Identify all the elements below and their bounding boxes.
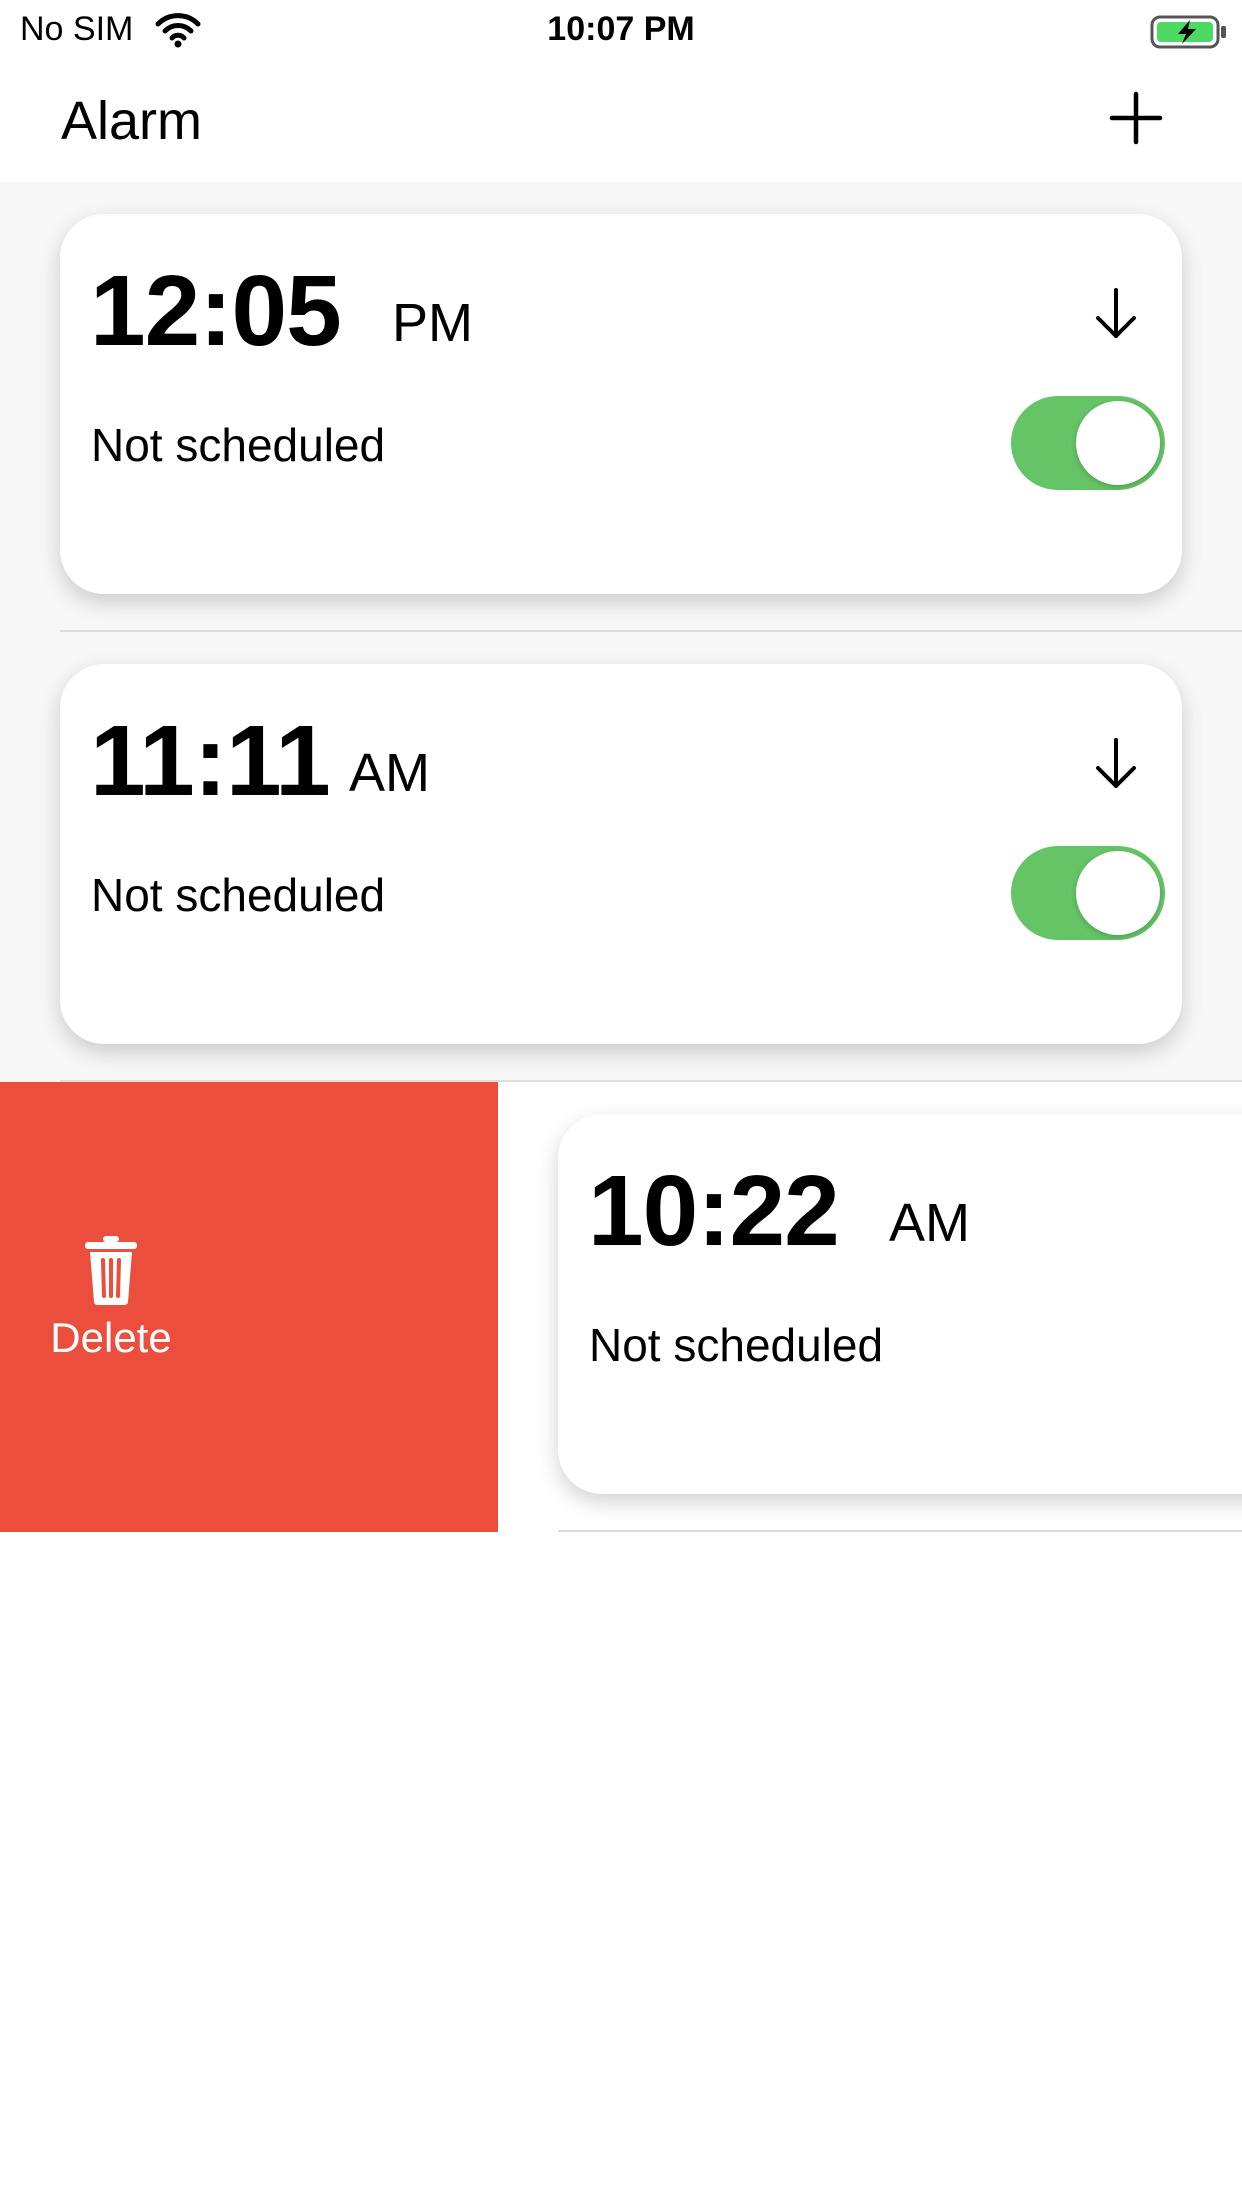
- toggle-knob: [1076, 401, 1160, 485]
- alarm-row[interactable]: 12:05 PM Not scheduled: [0, 182, 1242, 632]
- page-title: Alarm: [61, 91, 203, 151]
- alarm-toggle[interactable]: [1011, 396, 1165, 490]
- down-arrow-icon[interactable]: [1090, 284, 1142, 344]
- alarm-status: Not scheduled: [91, 869, 386, 921]
- battery-charging-icon: [1150, 15, 1226, 49]
- alarm-period: AM: [349, 743, 430, 803]
- alarm-card[interactable]: 12:05 PM Not scheduled: [60, 214, 1182, 594]
- alarm-status: Not scheduled: [91, 419, 386, 471]
- alarm-row[interactable]: 11:11 AM Not scheduled: [0, 632, 1242, 1082]
- toggle-knob: [1076, 851, 1160, 935]
- status-time: 10:07 PM: [547, 10, 695, 48]
- alarm-card[interactable]: 10:22 AM Not scheduled: [558, 1114, 1242, 1494]
- alarm-period: AM: [889, 1193, 970, 1253]
- row-divider: [558, 1530, 1242, 1532]
- delete-button[interactable]: Delete: [0, 1082, 498, 1532]
- status-bar: No SIM 10:07 PM: [0, 0, 1242, 62]
- alarm-period: PM: [392, 293, 473, 353]
- alarm-time: 10:22: [588, 1155, 840, 1267]
- alarm-status: Not scheduled: [589, 1319, 884, 1371]
- trash-icon: [85, 1236, 137, 1305]
- navigation-bar: Alarm: [0, 62, 1242, 182]
- plus-icon: [1109, 91, 1163, 145]
- down-arrow-icon[interactable]: [1090, 734, 1142, 794]
- alarm-time: 12:05: [90, 255, 342, 367]
- delete-label: Delete: [50, 1314, 172, 1361]
- alarm-time: 11:11: [90, 705, 331, 817]
- alarm-row-swiped[interactable]: Delete 10:22 AM Not scheduled: [0, 1082, 1242, 1532]
- add-alarm-button[interactable]: [1106, 88, 1166, 148]
- alarm-card[interactable]: 11:11 AM Not scheduled: [60, 664, 1182, 1044]
- alarm-toggle[interactable]: [1011, 846, 1165, 940]
- alarm-list: 12:05 PM Not scheduled 11:11 AM Not sche…: [0, 182, 1242, 1532]
